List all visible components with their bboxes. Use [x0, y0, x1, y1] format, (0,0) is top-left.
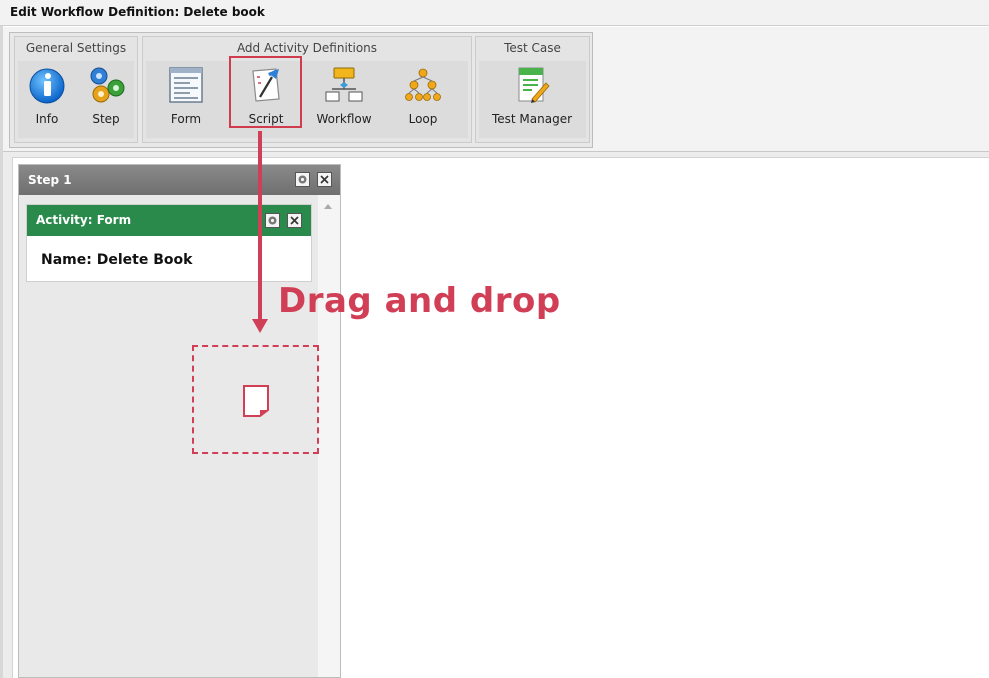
drag-arrow-head-icon — [252, 319, 268, 333]
content-left-border — [3, 157, 13, 678]
info-icon — [29, 68, 65, 104]
drop-zone[interactable] — [192, 345, 319, 454]
test-manager-icon — [518, 67, 550, 103]
content-top-border — [3, 152, 989, 158]
form-label: Form — [170, 112, 202, 126]
step-header: Step 1 — [19, 165, 340, 195]
activity-card[interactable]: Activity: Form Name: Delete Book — [26, 204, 312, 282]
gears-icon — [90, 67, 125, 103]
loop-icon — [405, 68, 441, 101]
step-settings-button[interactable] — [295, 172, 310, 187]
step-button[interactable]: Step — [80, 61, 132, 131]
test-manager-button[interactable]: Test Manager — [483, 61, 581, 131]
loop-button[interactable]: Loop — [396, 61, 450, 131]
group-title-add-activity: Add Activity Definitions — [236, 41, 378, 55]
step-title: Step 1 — [28, 173, 72, 187]
workflow-button[interactable]: Workflow — [309, 61, 379, 131]
step-label: Step — [92, 112, 120, 126]
window-title-bar: Edit Workflow Definition: Delete book — [0, 0, 989, 26]
activity-close-button[interactable] — [287, 213, 302, 228]
drag-arrow-line — [258, 131, 262, 321]
info-label: Info — [35, 112, 59, 126]
info-button[interactable]: Info — [22, 61, 72, 131]
activity-header: Activity: Form — [27, 205, 311, 236]
close-icon — [290, 216, 299, 225]
loop-label: Loop — [408, 112, 438, 126]
document-icon — [243, 385, 269, 417]
workflow-label: Workflow — [316, 112, 372, 126]
step-close-button[interactable] — [317, 172, 332, 187]
close-icon — [320, 175, 329, 184]
window-title: Edit Workflow Definition: Delete book — [10, 5, 265, 19]
scroll-up-arrow-icon[interactable] — [324, 204, 332, 209]
step-scrollbar[interactable] — [318, 195, 340, 677]
test-manager-label: Test Manager — [491, 112, 573, 126]
gear-icon — [268, 216, 277, 225]
form-button[interactable]: Form — [160, 61, 212, 131]
workflow-icon — [325, 67, 363, 102]
activity-title: Activity: Form — [36, 213, 132, 227]
activity-settings-button[interactable] — [265, 213, 280, 228]
group-title-general-settings: General Settings — [25, 41, 127, 55]
drag-and-drop-annotation: Drag and drop — [278, 281, 561, 321]
script-highlight-box — [229, 56, 302, 128]
group-title-test-case: Test Case — [504, 41, 561, 55]
form-icon — [169, 67, 203, 103]
gear-icon — [298, 175, 307, 184]
activity-name: Name: Delete Book — [41, 252, 193, 268]
